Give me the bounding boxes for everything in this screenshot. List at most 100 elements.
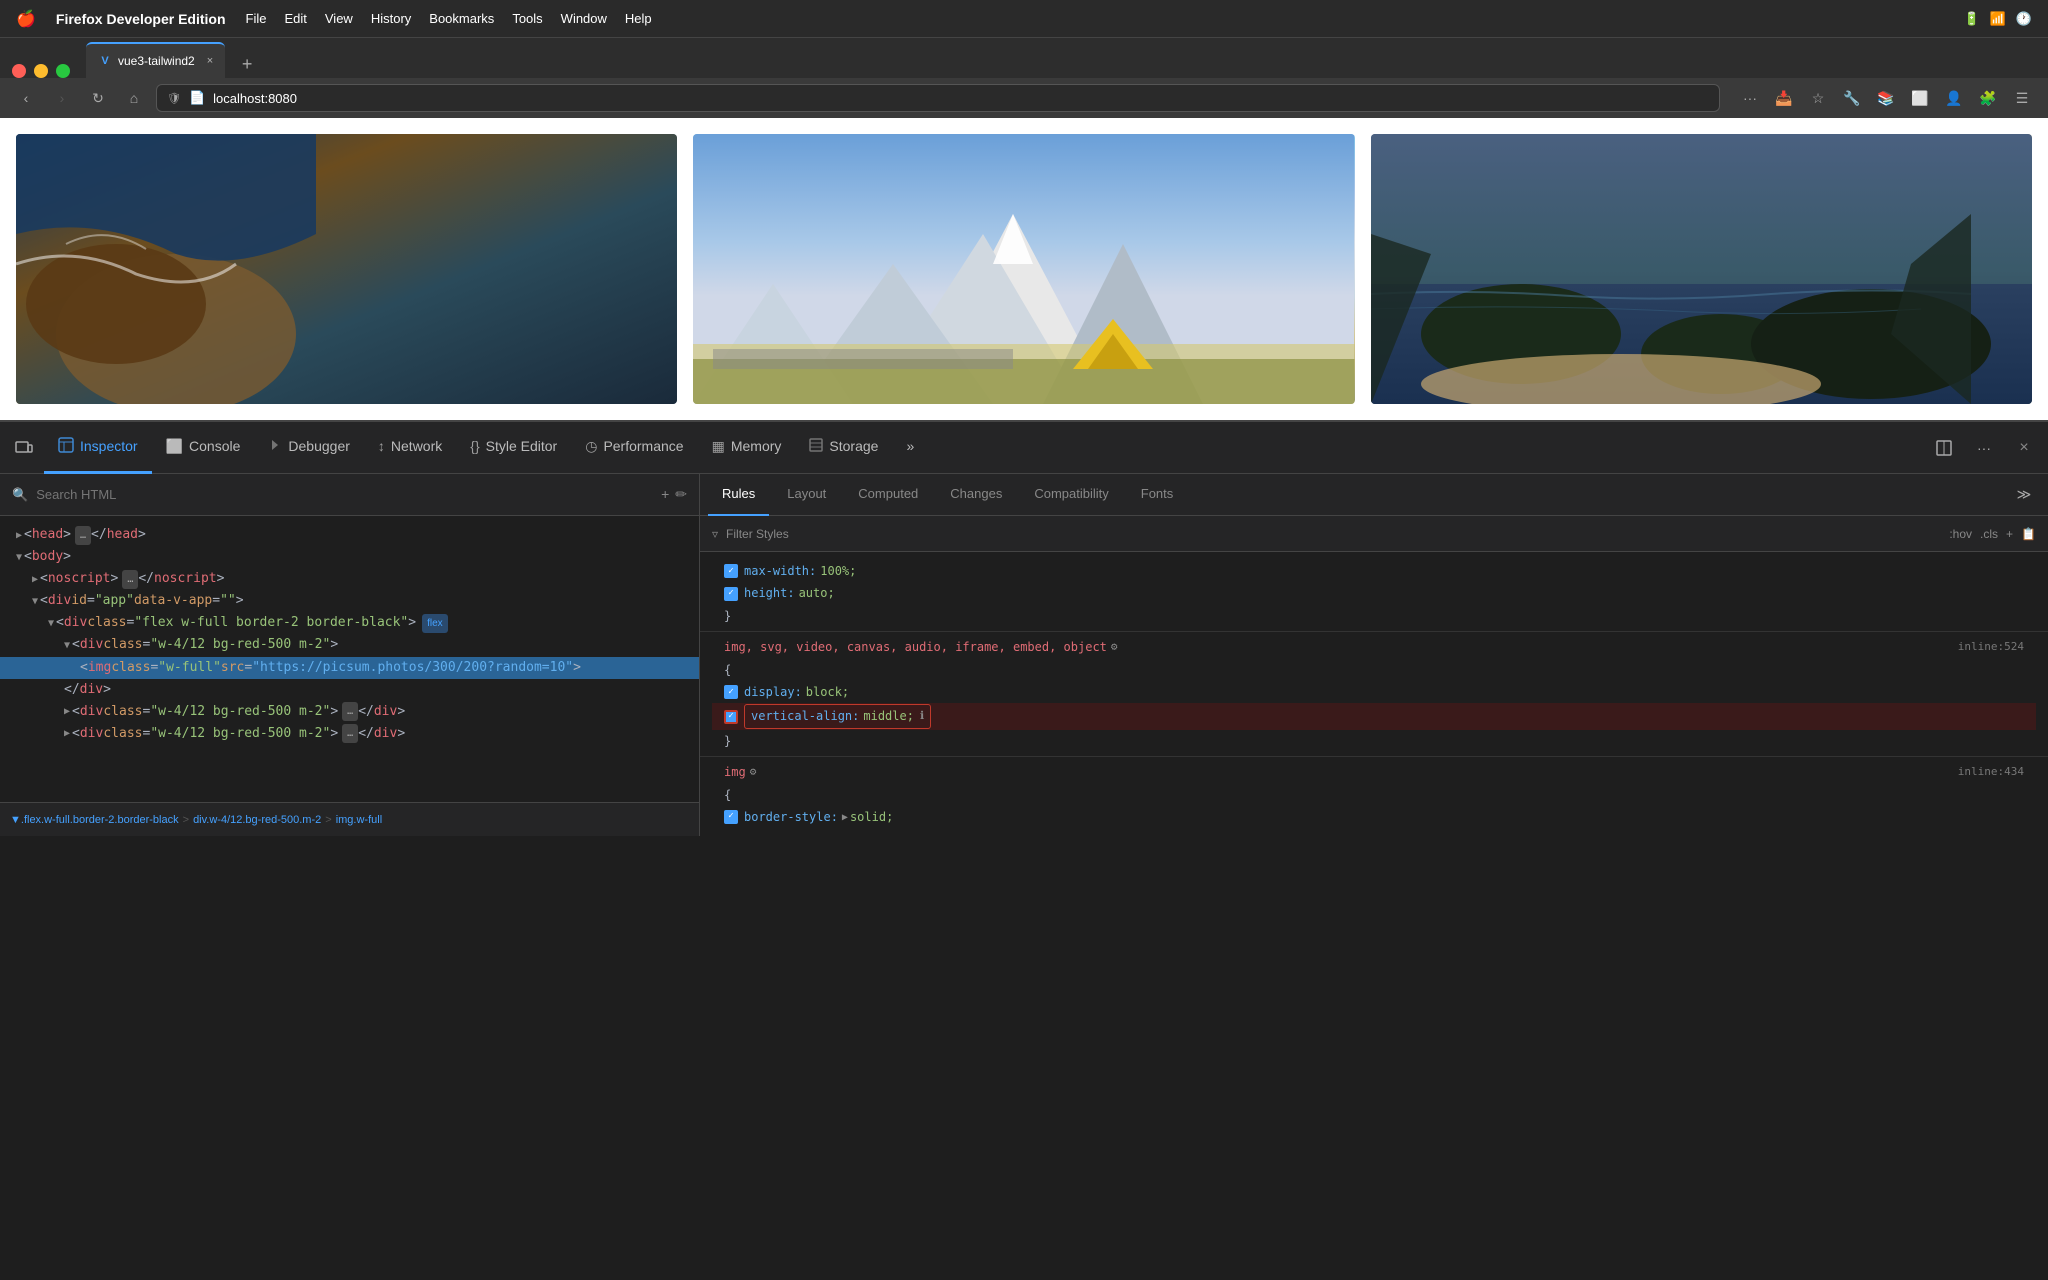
memory-icon: ▦: [712, 438, 725, 455]
style-editor-tab[interactable]: {} Style Editor: [456, 422, 571, 474]
reload-button[interactable]: ↻: [84, 84, 112, 112]
tab-rules[interactable]: Rules: [708, 474, 769, 516]
debugger-tab[interactable]: Debugger: [254, 422, 364, 474]
maximize-window-button[interactable]: [56, 64, 70, 78]
menu-button[interactable]: ☰: [2008, 84, 2036, 112]
apple-menu[interactable]: 🍎: [16, 9, 36, 29]
tree-close-div-1[interactable]: </div>: [0, 679, 699, 701]
network-icon: ↕: [378, 438, 385, 454]
menu-bookmarks[interactable]: Bookmarks: [429, 11, 494, 26]
expand-w4-2-arrow[interactable]: ▶: [64, 703, 70, 720]
expand-app-arrow[interactable]: ▼: [32, 593, 38, 610]
css-selector-line-2[interactable]: img, svg, video, canvas, audio, iframe, …: [712, 636, 2036, 658]
url-bar[interactable]: 🛡 📄 localhost:8080: [156, 84, 1720, 112]
traffic-lights: [12, 64, 70, 78]
forward-button[interactable]: ›: [48, 84, 76, 112]
style-editor-icon: {}: [470, 438, 479, 454]
border-style-checkbox[interactable]: ✓: [724, 810, 738, 824]
display-block-checkbox[interactable]: ✓: [724, 685, 738, 699]
pocket-button[interactable]: 📥: [1770, 84, 1798, 112]
add-rule-button[interactable]: +: [2006, 527, 2013, 541]
tree-body[interactable]: ▼ <body>: [0, 546, 699, 568]
tab-layout[interactable]: Layout: [773, 474, 840, 516]
expand-flex-arrow[interactable]: ▼: [48, 615, 54, 632]
height-checkbox[interactable]: ✓: [724, 587, 738, 601]
tree-div-app[interactable]: ▼ <div id="app" data-v-app="" >: [0, 590, 699, 612]
pick-element-button[interactable]: ✏: [675, 486, 687, 503]
extensions-button[interactable]: 🧩: [1974, 84, 2002, 112]
html-search-input[interactable]: [36, 487, 653, 502]
menu-file[interactable]: File: [246, 11, 267, 26]
max-width-checkbox[interactable]: ✓: [724, 564, 738, 578]
expand-body-arrow[interactable]: ▼: [16, 549, 22, 566]
pseudo-cls-button[interactable]: .cls: [1980, 527, 1998, 541]
add-node-button[interactable]: +: [661, 486, 669, 503]
account-button[interactable]: 👤: [1940, 84, 1968, 112]
more-options-button[interactable]: ···: [1968, 432, 2000, 464]
close-window-button[interactable]: [12, 64, 26, 78]
menu-tools[interactable]: Tools: [512, 11, 542, 26]
expand-noscript-arrow[interactable]: ▶: [32, 571, 38, 588]
css-expand-button[interactable]: ≫: [2008, 479, 2040, 511]
tree-img-selected[interactable]: <img class="w-full" src="https://picsum.…: [0, 657, 699, 679]
tree-div-w4-2[interactable]: ▶ <div class="w-4/12 bg-red-500 m-2" > ……: [0, 701, 699, 723]
breadcrumb-flex-div[interactable]: ▼.flex.w-full.border-2.border-black: [10, 814, 179, 826]
nav-right-buttons: ··· 📥 ☆ 🔧 📚 ⬜ 👤 🧩 ☰: [1736, 84, 2036, 112]
css-height-line[interactable]: ✓ height: auto;: [712, 582, 2036, 604]
pseudo-hov-button[interactable]: :hov: [1949, 527, 1972, 541]
storage-tab[interactable]: Storage: [795, 422, 892, 474]
sidebar-button[interactable]: ⬜: [1906, 84, 1934, 112]
library-button[interactable]: 📚: [1872, 84, 1900, 112]
expand-w4-3-arrow[interactable]: ▶: [64, 725, 70, 742]
more-tools-button[interactable]: »: [892, 422, 928, 474]
css-open-brace-2: {: [712, 659, 2036, 681]
close-devtools-button[interactable]: ×: [2008, 432, 2040, 464]
active-tab[interactable]: V vue3-tailwind2 ×: [86, 42, 225, 78]
menu-help[interactable]: Help: [625, 11, 652, 26]
menu-view[interactable]: View: [325, 11, 353, 26]
performance-icon: ◷: [585, 438, 597, 455]
tree-div-flex[interactable]: ▼ <div class="flex w-full border-2 borde…: [0, 612, 699, 634]
info-icon[interactable]: ℹ: [920, 707, 924, 726]
tab-close-button[interactable]: ×: [207, 55, 213, 67]
memory-tab[interactable]: ▦ Memory: [698, 422, 796, 474]
css-vertical-align-line[interactable]: ✓ vertical-align: middle; ℹ: [712, 703, 2036, 729]
more-button[interactable]: ···: [1736, 84, 1764, 112]
split-panel-button[interactable]: [1928, 432, 1960, 464]
selector-settings-icon-3[interactable]: ⚙: [750, 763, 757, 782]
tab-changes[interactable]: Changes: [936, 474, 1016, 516]
breadcrumb-inner-div[interactable]: div.w-4/12.bg-red-500.m-2: [193, 814, 321, 826]
expand-w4-1-arrow[interactable]: ▼: [64, 637, 70, 654]
home-button[interactable]: ⌂: [120, 84, 148, 112]
css-rule-block-2: img, svg, video, canvas, audio, iframe, …: [700, 636, 2048, 752]
tab-fonts[interactable]: Fonts: [1127, 474, 1188, 516]
new-tab-button[interactable]: +: [233, 50, 261, 78]
menu-window[interactable]: Window: [561, 11, 607, 26]
tree-head[interactable]: ▶ <head> … </head>: [0, 524, 699, 546]
vertical-align-checkbox[interactable]: ✓: [724, 710, 738, 724]
responsive-design-button[interactable]: [8, 432, 40, 464]
devtools-button[interactable]: 🔧: [1838, 84, 1866, 112]
menu-history[interactable]: History: [371, 11, 411, 26]
tree-div-w4-1[interactable]: ▼ <div class="w-4/12 bg-red-500 m-2" >: [0, 634, 699, 656]
breadcrumb-img[interactable]: img.w-full: [336, 814, 382, 826]
tab-computed[interactable]: Computed: [844, 474, 932, 516]
bookmark-button[interactable]: ☆: [1804, 84, 1832, 112]
performance-tab[interactable]: ◷ Performance: [571, 422, 697, 474]
css-selector-line-3[interactable]: img ⚙ inline:434: [712, 761, 2036, 783]
back-button[interactable]: ‹: [12, 84, 40, 112]
css-border-style-line[interactable]: ✓ border-style: ▶ solid;: [712, 806, 2036, 828]
tab-compatibility[interactable]: Compatibility: [1020, 474, 1122, 516]
network-tab[interactable]: ↕ Network: [364, 422, 456, 474]
css-display-block-line[interactable]: ✓ display: block;: [712, 681, 2036, 703]
inspector-tab[interactable]: Inspector: [44, 422, 152, 474]
tree-noscript[interactable]: ▶ <noscript> … </noscript>: [0, 568, 699, 590]
css-max-width-line[interactable]: ✓ max-width: 100%;: [712, 560, 2036, 582]
selector-settings-icon[interactable]: ⚙: [1111, 638, 1118, 657]
minimize-window-button[interactable]: [34, 64, 48, 78]
console-tab[interactable]: ⬜ Console: [152, 422, 255, 474]
expand-head-arrow[interactable]: ▶: [16, 527, 22, 544]
tree-div-w4-3[interactable]: ▶ <div class="w-4/12 bg-red-500 m-2" > ……: [0, 723, 699, 745]
menu-edit[interactable]: Edit: [284, 11, 306, 26]
copy-styles-button[interactable]: 📋: [2021, 527, 2036, 541]
